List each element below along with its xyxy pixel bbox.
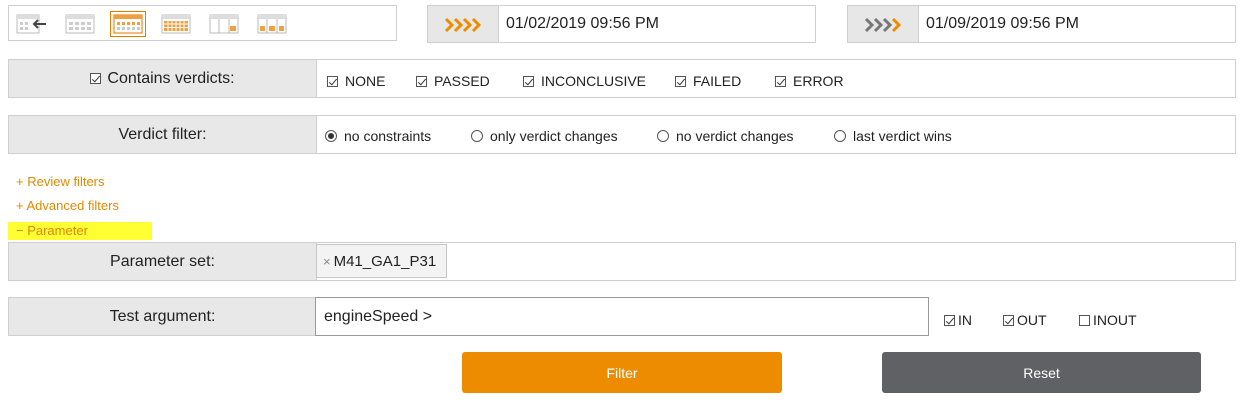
arg-inout-label: INOUT — [1093, 312, 1137, 328]
last-verdict-wins-radio[interactable] — [834, 130, 846, 142]
review-filters-link[interactable]: + Review filters — [16, 174, 105, 189]
end-date-value: 01/09/2019 09:56 PM — [926, 15, 1080, 32]
verdict-inconclusive-checkbox[interactable] — [523, 75, 534, 87]
verdict-filter-last-wins[interactable]: last verdict wins — [834, 128, 952, 144]
verdict-filter-row: Verdict filter: no constraints only verd… — [8, 115, 1236, 154]
no-verdict-changes-radio[interactable] — [657, 130, 669, 142]
verdict-error-option[interactable]: ERROR — [775, 73, 844, 89]
test-argument-input[interactable] — [315, 297, 929, 336]
calendar-toolbar — [8, 5, 397, 41]
remove-tag-icon[interactable]: × — [323, 254, 331, 269]
calendar-quarter-icon[interactable] — [256, 13, 288, 35]
parameter-link[interactable]: − Parameter — [8, 222, 152, 240]
parameter-set-label: Parameter set: — [9, 243, 317, 280]
calendar-week-selected-icon[interactable] — [110, 11, 146, 37]
verdict-none-checkbox[interactable] — [327, 75, 338, 87]
verdict-inconclusive-label: INCONCLUSIVE — [541, 73, 647, 89]
arg-out-checkbox[interactable] — [1003, 314, 1014, 326]
verdict-failed-checkbox[interactable] — [675, 75, 686, 87]
no-constraints-label: no constraints — [344, 128, 432, 144]
arg-in-label: IN — [958, 312, 972, 328]
filter-button[interactable]: Filter — [462, 352, 782, 393]
triple-chevron-right-icon — [864, 17, 902, 33]
only-verdict-changes-label: only verdict changes — [490, 128, 618, 144]
contains-verdicts-row: Contains verdicts: NONE PASSED INCONCLUS… — [8, 59, 1236, 98]
parameter-set-tag[interactable]: × M41_GA1_P31 — [316, 244, 448, 278]
verdict-passed-option[interactable]: PASSED — [416, 73, 490, 89]
verdict-none-option[interactable]: NONE — [327, 73, 385, 89]
verdict-failed-option[interactable]: FAILED — [675, 73, 741, 89]
no-constraints-radio[interactable] — [325, 130, 337, 142]
arg-in-checkbox[interactable] — [944, 314, 955, 326]
test-argument-row: Test argument: — [8, 297, 317, 336]
only-verdict-changes-radio[interactable] — [471, 130, 483, 142]
parameter-set-tag-label: M41_GA1_P31 — [333, 252, 437, 270]
advanced-filters-link[interactable]: + Advanced filters — [16, 198, 119, 213]
arg-out-label: OUT — [1017, 312, 1047, 328]
reset-button[interactable]: Reset — [882, 352, 1201, 393]
contains-verdicts-label[interactable]: Contains verdicts: — [9, 60, 317, 97]
no-verdict-changes-label: no verdict changes — [676, 128, 794, 144]
calendar-range-icon[interactable] — [208, 13, 240, 35]
contains-verdicts-checkbox[interactable] — [90, 73, 102, 84]
arg-in-option[interactable]: IN — [944, 312, 972, 328]
verdict-filter-no-changes[interactable]: no verdict changes — [657, 128, 794, 144]
verdict-failed-label: FAILED — [693, 73, 742, 89]
calendar-month-icon[interactable] — [64, 13, 96, 35]
triple-chevron-right-icon — [444, 17, 482, 33]
test-argument-label: Test argument: — [9, 298, 317, 335]
verdict-inconclusive-option[interactable]: INCONCLUSIVE — [523, 73, 646, 89]
end-date-field[interactable]: 01/09/2019 09:56 PM — [847, 5, 1236, 43]
verdict-error-label: ERROR — [793, 73, 844, 89]
calendar-back-icon[interactable] — [16, 13, 48, 35]
start-date-field[interactable]: 01/02/2019 09:56 PM — [427, 5, 816, 43]
start-date-value: 01/02/2019 09:56 PM — [506, 15, 660, 32]
arg-inout-checkbox[interactable] — [1079, 314, 1090, 326]
verdict-filter-label: Verdict filter: — [9, 116, 317, 153]
verdict-error-checkbox[interactable] — [775, 75, 786, 87]
verdict-none-label: NONE — [345, 73, 386, 89]
arg-inout-option[interactable]: INOUT — [1079, 312, 1137, 328]
end-date-arrow-button[interactable] — [848, 6, 919, 42]
verdict-filter-no-constraints[interactable]: no constraints — [325, 128, 431, 144]
last-verdict-wins-label: last verdict wins — [853, 128, 952, 144]
calendar-year-icon[interactable] — [160, 13, 192, 35]
verdict-passed-label: PASSED — [434, 73, 490, 89]
verdict-filter-only-changes[interactable]: only verdict changes — [471, 128, 618, 144]
contains-verdicts-text: Contains verdicts: — [107, 69, 235, 87]
parameter-set-row: Parameter set: — [8, 242, 1236, 281]
start-date-arrow-button[interactable] — [428, 6, 499, 42]
verdict-passed-checkbox[interactable] — [416, 75, 427, 87]
arg-out-option[interactable]: OUT — [1003, 312, 1047, 328]
